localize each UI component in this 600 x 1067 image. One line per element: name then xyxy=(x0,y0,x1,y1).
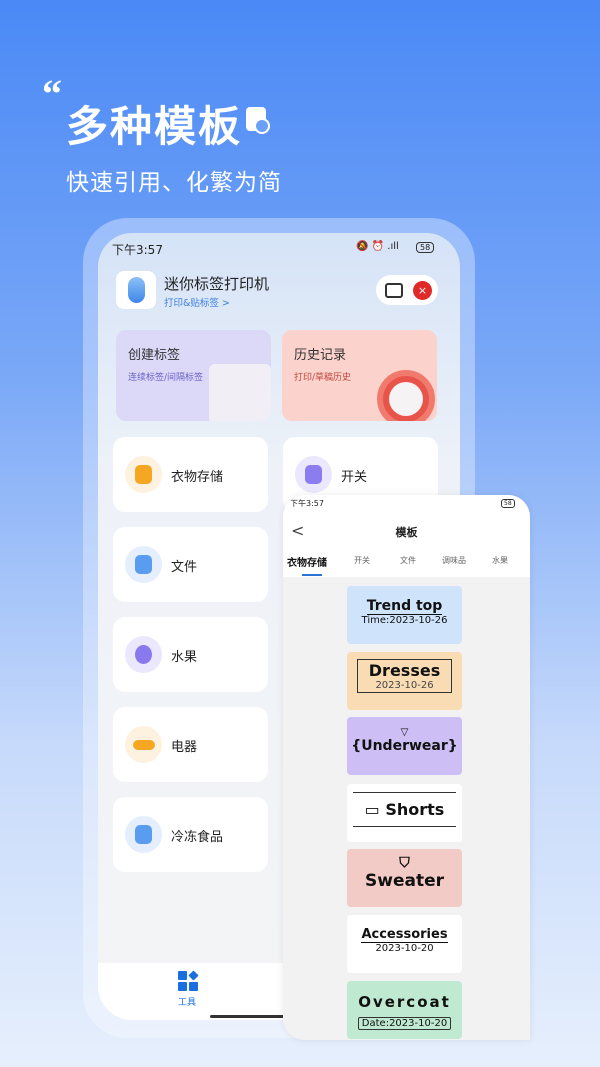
template-date: Time:2023-10-26 xyxy=(361,615,448,626)
battery-indicator: 58 xyxy=(501,499,515,508)
tab-seasoning[interactable]: 调味品 xyxy=(442,555,466,566)
alarm-clock-icon xyxy=(377,370,435,421)
category-label: 开关 xyxy=(341,470,368,485)
template-title: ▭ Shorts xyxy=(353,792,456,827)
page-title: 模板 xyxy=(395,526,418,539)
underwear-icon: ▽ xyxy=(400,727,409,738)
category-label: 冷冻食品 xyxy=(171,830,224,845)
home-indicator xyxy=(210,1015,285,1018)
category-label: 衣物存储 xyxy=(171,470,224,485)
template-title: {Underwear} xyxy=(351,738,458,754)
template-date: 2023-10-20 xyxy=(375,943,434,954)
tab-switch[interactable]: 开关 xyxy=(354,555,370,566)
tab-fruit[interactable]: 水果 xyxy=(492,555,508,566)
template-title: Sweater xyxy=(365,871,444,891)
status-icons: 🔕 ⏰ .ıll xyxy=(356,241,399,252)
fruit-icon xyxy=(125,636,162,673)
category-appliance[interactable]: 电器 xyxy=(113,707,268,782)
app-title: 迷你标签打印机 xyxy=(164,275,270,293)
template-trend-top[interactable]: Trend top Time:2023-10-26 xyxy=(347,586,462,644)
template-shorts[interactable]: ▭ Shorts xyxy=(347,784,462,842)
history-title: 历史记录 xyxy=(294,348,347,363)
template-screen: 下午3:57 58 < 模板 衣物存储 开关 文件 调味品 水果 Trend t… xyxy=(283,495,530,1040)
category-fruit[interactable]: 水果 xyxy=(113,617,268,692)
template-date: Date:2023-10-20 xyxy=(357,1017,452,1030)
status-time: 下午3:57 xyxy=(112,243,163,257)
fridge-icon xyxy=(125,816,162,853)
template-title-text: Underwear xyxy=(361,738,448,754)
printer-icon xyxy=(385,283,403,298)
battery-indicator: 58 xyxy=(416,242,435,253)
shorts-icon: ▭ xyxy=(364,800,386,819)
template-download-icon xyxy=(246,107,270,134)
template-title-text: Shorts xyxy=(385,800,445,819)
category-label: 文件 xyxy=(171,560,198,575)
template-underwear[interactable]: ▽ {Underwear} xyxy=(347,717,462,775)
template-header: 下午3:57 58 < 模板 衣物存储 开关 文件 调味品 水果 xyxy=(283,495,530,577)
history-card[interactable]: 历史记录 打印/草稿历史 xyxy=(282,330,437,421)
category-label: 电器 xyxy=(171,740,198,755)
template-title: Overcoat xyxy=(358,993,451,1011)
template-sweater[interactable]: ⛉ Sweater xyxy=(347,849,462,907)
template-dresses[interactable]: Dresses 2023-10-26 xyxy=(347,652,462,710)
template-accessories[interactable]: Accessories 2023-10-20 xyxy=(347,915,462,973)
printer-status-pill[interactable]: × xyxy=(376,275,438,305)
print-label-link[interactable]: 打印&贴标签 > xyxy=(164,295,230,309)
disconnect-icon[interactable]: × xyxy=(413,281,432,300)
switch-icon xyxy=(295,456,332,493)
sweater-icon: ⛉ xyxy=(399,855,410,871)
create-label-card[interactable]: 创建标签 连续标签/间隔标签 xyxy=(116,330,271,421)
air-conditioner-icon xyxy=(125,726,162,763)
template-date: 2023-10-26 xyxy=(375,680,434,691)
hero-title: 多种模板 xyxy=(66,102,243,151)
file-icon xyxy=(125,546,162,583)
active-tab-indicator xyxy=(302,574,322,576)
category-label: 水果 xyxy=(171,650,198,665)
document-pen-icon xyxy=(209,364,271,421)
template-title: Dresses xyxy=(368,661,441,680)
create-label-title: 创建标签 xyxy=(128,348,181,363)
tab-file[interactable]: 文件 xyxy=(400,555,416,566)
template-overcoat[interactable]: Overcoat Date:2023-10-20 xyxy=(347,981,462,1039)
tools-grid-icon[interactable] xyxy=(178,970,199,991)
app-icon xyxy=(116,271,156,309)
create-label-sub: 连续标签/间隔标签 xyxy=(128,373,204,383)
category-clothing[interactable]: 衣物存储 xyxy=(113,437,268,512)
category-file[interactable]: 文件 xyxy=(113,527,268,602)
tab-clothing[interactable]: 衣物存储 xyxy=(287,554,327,569)
hero-subtitle: 快速引用、化繁为简 xyxy=(66,170,282,196)
history-sub: 打印/草稿历史 xyxy=(294,373,352,383)
tab-tools[interactable]: 工具 xyxy=(178,995,196,1008)
clothing-icon xyxy=(125,456,162,493)
status-time: 下午3:57 xyxy=(290,499,324,508)
category-frozen-food[interactable]: 冷冻食品 xyxy=(113,797,268,872)
template-title: Accessories xyxy=(361,927,448,943)
quote-mark: “ xyxy=(42,71,62,116)
template-title: Trend top xyxy=(366,598,443,615)
